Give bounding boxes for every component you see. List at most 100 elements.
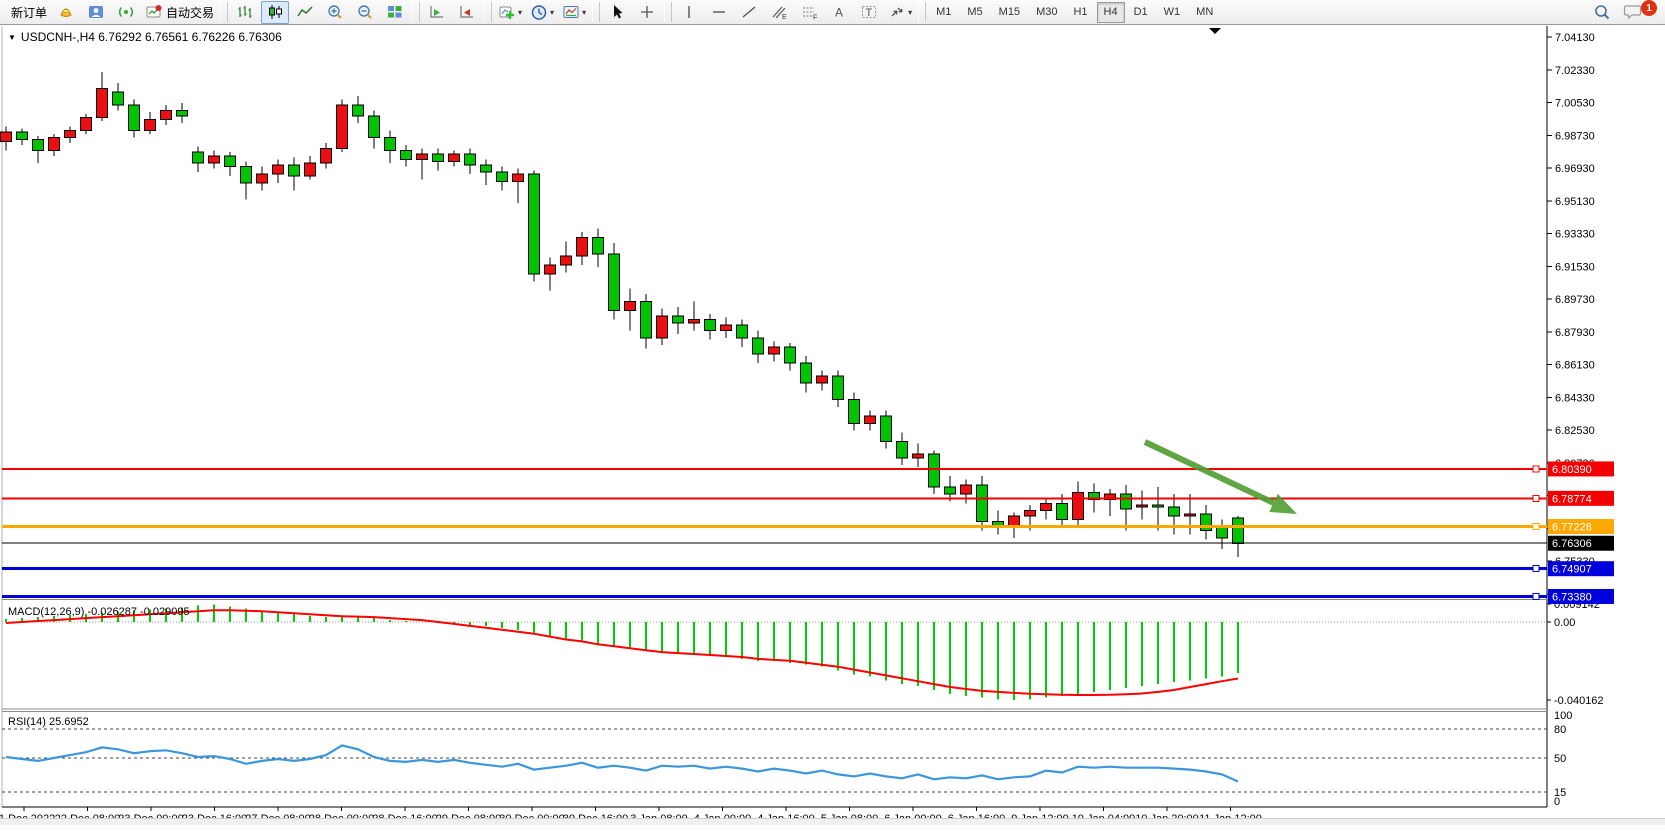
candle — [817, 371, 828, 391]
candlestick-chart-mode-icon[interactable] — [261, 1, 289, 24]
hline-6.74907[interactable]: 6.74907 — [2, 561, 1614, 576]
notification-badge[interactable]: 1 — [1641, 0, 1657, 16]
candle — [305, 156, 316, 180]
cursor-tool-button[interactable] — [603, 1, 631, 24]
candle — [737, 320, 748, 347]
hline-6.80390[interactable]: 6.80390 — [2, 461, 1614, 476]
candle — [561, 241, 572, 272]
tile-windows-icon[interactable] — [381, 1, 409, 24]
candle — [177, 103, 188, 123]
price-tick-label: 6.98730 — [1555, 130, 1595, 142]
scroll-marker-icon[interactable] — [1209, 28, 1221, 34]
gold-ingot-icon[interactable] — [52, 1, 80, 24]
timeframe-button-mn[interactable]: MN — [1189, 2, 1220, 23]
timeframe-button-d1[interactable]: D1 — [1127, 2, 1155, 23]
dropdown-caret-icon: ▾ — [550, 8, 554, 17]
timeframe-button-m30[interactable]: M30 — [1029, 2, 1064, 23]
timeframe-button-h1[interactable]: H1 — [1066, 2, 1094, 23]
line-drag-handle[interactable] — [1533, 566, 1539, 572]
price-tick-label: 6.96930 — [1555, 163, 1595, 175]
vertical-line-tool-button[interactable] — [675, 1, 703, 24]
new-order-button[interactable]: 新订单 — [5, 1, 50, 24]
candle — [641, 294, 652, 349]
candle — [417, 149, 428, 180]
crosshair-tool-button[interactable] — [633, 1, 661, 24]
candle — [465, 149, 476, 174]
fibonacci-tool-button[interactable]: F — [795, 1, 823, 24]
price-tick-label: 6.95130 — [1555, 196, 1595, 208]
main-toolbar: 新订单 自动交易 — [0, 0, 1665, 25]
hline-6.73380[interactable]: 6.73380 — [2, 589, 1614, 604]
timeframe-button-w1[interactable]: W1 — [1157, 2, 1188, 23]
window-bottom-strip — [0, 818, 1665, 825]
trendline-tool-button[interactable] — [735, 1, 763, 24]
macd-axis-label: -0.040162 — [1554, 695, 1604, 707]
price-tick-label: 6.84330 — [1555, 392, 1595, 404]
zoom-in-icon[interactable] — [321, 1, 349, 24]
rsi-axis-label: 100 — [1554, 710, 1572, 722]
chart-canvas[interactable]: 7.041307.023307.005306.987306.969306.951… — [0, 26, 1665, 825]
candle — [273, 159, 284, 183]
price-tick-label: 6.87930 — [1555, 327, 1595, 339]
templates-button[interactable]: ▾ — [559, 1, 589, 24]
line-chart-mode-icon[interactable] — [291, 1, 319, 24]
timeframe-button-h4[interactable]: H4 — [1097, 2, 1125, 23]
candle — [481, 159, 492, 184]
periods-button[interactable]: ▾ — [527, 1, 557, 24]
arrows-tool-button[interactable]: ▾ — [885, 1, 915, 24]
timeframe-button-m1[interactable]: M1 — [929, 2, 958, 23]
one-click-trading-arrow-icon[interactable]: ▼ — [8, 33, 16, 42]
horizontal-line-tool-button[interactable] — [705, 1, 733, 24]
autotrade-button[interactable]: 自动交易 — [142, 1, 217, 24]
equidistant-channel-tool-button[interactable]: E — [765, 1, 793, 24]
price-tick-label: 6.89730 — [1555, 294, 1595, 306]
price-tick-label: 6.93330 — [1555, 229, 1595, 241]
candle — [321, 143, 332, 168]
candle — [1073, 481, 1084, 525]
candle — [1233, 516, 1244, 557]
candle — [1217, 520, 1228, 549]
chart-shift-icon[interactable] — [453, 1, 481, 24]
candle — [577, 232, 588, 265]
candle — [1121, 485, 1132, 530]
svg-text:A: A — [835, 6, 843, 20]
timeframe-button-m15[interactable]: M15 — [992, 2, 1027, 23]
candle — [705, 314, 716, 339]
candle — [97, 72, 108, 121]
candle — [753, 330, 764, 363]
price-line-label: 6.73380 — [1552, 591, 1592, 603]
candle — [929, 451, 940, 495]
signals-icon[interactable] — [112, 1, 140, 24]
rsi-axis-label: 50 — [1554, 753, 1566, 765]
zoom-out-icon[interactable] — [351, 1, 379, 24]
community-profile-icon[interactable] — [82, 1, 110, 24]
candle — [385, 130, 396, 163]
hline-6.77228[interactable]: 6.77228 — [2, 519, 1614, 534]
candle — [81, 114, 92, 134]
candle — [17, 129, 28, 145]
indicators-button[interactable]: ▾ — [495, 1, 525, 24]
candle — [401, 145, 412, 167]
auto-scroll-icon[interactable] — [423, 1, 451, 24]
price-tick-label: 6.86130 — [1555, 360, 1595, 372]
candle — [145, 112, 156, 134]
line-drag-handle[interactable] — [1533, 523, 1539, 529]
trend-arrow[interactable] — [1145, 442, 1297, 514]
search-icon[interactable] — [1588, 1, 1616, 24]
text-label-tool-button[interactable]: T — [855, 1, 883, 24]
hline-6.78774[interactable]: 6.78774 — [2, 491, 1614, 506]
line-drag-handle[interactable] — [1533, 495, 1539, 501]
line-drag-handle[interactable] — [1533, 466, 1539, 472]
candle — [129, 99, 140, 137]
candle — [449, 150, 460, 166]
line-drag-handle[interactable] — [1533, 593, 1539, 599]
dropdown-caret-icon: ▾ — [908, 8, 912, 17]
chart-window[interactable]: ▼ USDCNH-,H4 6.76292 6.76561 6.76226 6.7… — [0, 26, 1665, 825]
bar-chart-mode-icon[interactable] — [231, 1, 259, 24]
text-tool-button[interactable]: A — [825, 1, 853, 24]
candle — [337, 99, 348, 152]
timeframe-button-m5[interactable]: M5 — [960, 2, 989, 23]
hline-6.76306[interactable]: 6.76306 — [2, 536, 1614, 551]
candle — [1185, 494, 1196, 534]
toolbar-separator — [918, 2, 926, 22]
